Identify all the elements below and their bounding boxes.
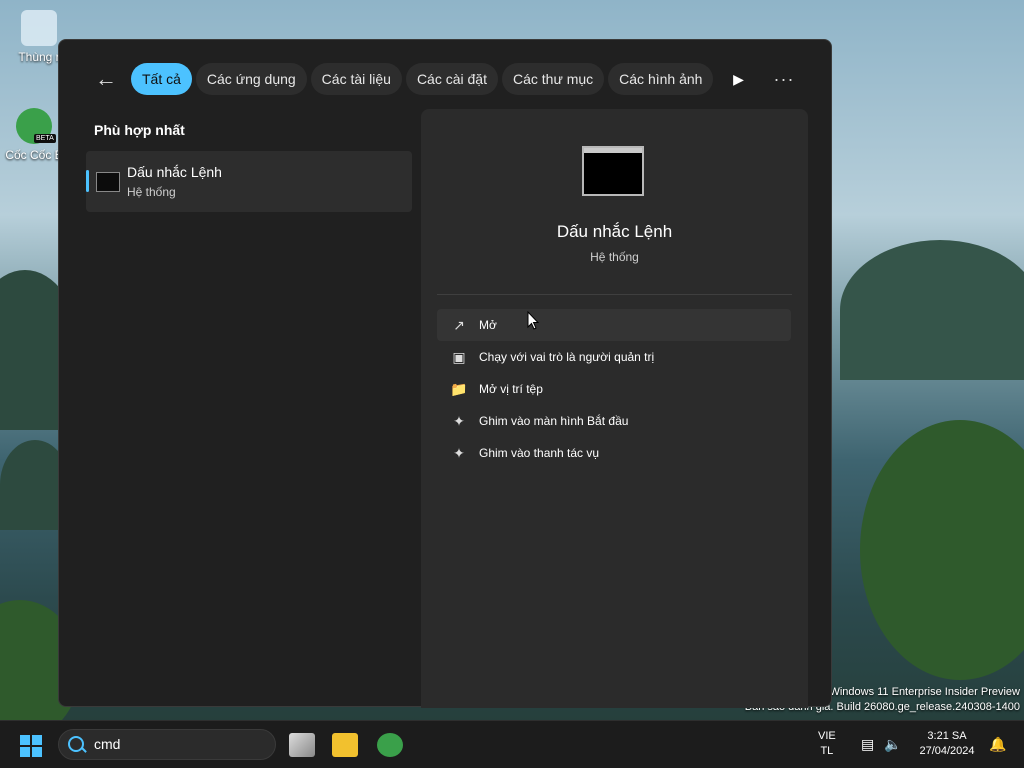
action-pin-to-taskbar[interactable]: ✦ Ghim vào thanh tác vụ <box>437 437 791 469</box>
detail-app-type: Hệ thống <box>590 250 639 264</box>
desktop-icon-label: Cốc Cốc B <box>5 148 63 162</box>
clock[interactable]: 3:21 SA 27/04/2024 <box>916 729 978 759</box>
volume-icon[interactable]: 🔈 <box>884 736 901 753</box>
action-label: Mở vị trí tệp <box>479 382 543 396</box>
action-pin-to-start[interactable]: ✦ Ghim vào màn hình Bắt đầu <box>437 405 791 437</box>
folder-icon: 📁 <box>450 380 468 397</box>
scenery-island <box>840 240 1024 380</box>
search-panel: ← Tất cả Các ứng dụng Các tài liệu Các c… <box>58 39 832 708</box>
more-options-icon[interactable]: ··· <box>767 62 801 96</box>
detail-divider <box>437 294 792 295</box>
language-indicator[interactable]: VIE TL <box>818 729 836 759</box>
desktop-icon-label: Thùng r <box>18 50 60 64</box>
more-filters-arrow-icon[interactable]: ▶ <box>723 63 753 95</box>
best-match-name: Dấu nhắc Lệnh <box>127 164 222 180</box>
command-prompt-large-icon <box>582 146 644 196</box>
search-input[interactable]: cmd <box>94 736 120 752</box>
best-match-result[interactable]: Dấu nhắc Lệnh Hệ thống <box>86 151 412 212</box>
action-label: Ghim vào màn hình Bắt đầu <box>479 414 629 428</box>
back-arrow-icon[interactable]: ← <box>89 62 123 96</box>
clock-date: 27/04/2024 <box>919 745 975 757</box>
windows-start-icon[interactable] <box>20 735 42 757</box>
action-run-as-admin[interactable]: ▣ Chạy với vai trò là người quản trị <box>437 341 791 373</box>
action-label: Chạy với vai trò là người quản trị <box>479 350 655 364</box>
notification-bell-icon[interactable]: 🔔 <box>989 736 1006 753</box>
network-icon[interactable]: ▤ <box>861 736 874 753</box>
best-match-type: Hệ thống <box>127 185 176 199</box>
best-match-heading: Phù hợp nhất <box>94 122 185 138</box>
detail-app-name: Dấu nhắc Lệnh <box>556 222 673 241</box>
action-label: Ghim vào thanh tác vụ <box>479 446 600 460</box>
keyboard-layout: TL <box>820 745 834 757</box>
recycle-bin-icon <box>21 10 57 46</box>
taskbar-search-box[interactable]: cmd <box>58 729 276 760</box>
coccoc-taskbar-icon[interactable] <box>377 733 403 757</box>
filter-chip-folders[interactable]: Các thư mục <box>501 63 605 95</box>
clock-time: 3:21 SA <box>927 730 967 742</box>
action-open[interactable]: ↗ Mở <box>437 309 791 341</box>
pin-icon: ✦ <box>453 444 465 461</box>
language-code: VIE <box>818 730 836 742</box>
command-prompt-icon <box>96 172 120 192</box>
filter-chip-documents[interactable]: Các tài liệu <box>310 63 402 95</box>
scenery-tree <box>860 420 1024 680</box>
pin-icon: ✦ <box>453 412 465 429</box>
action-list: ↗ Mở ▣ Chạy với vai trò là người quản tr… <box>437 309 791 469</box>
selection-indicator <box>86 170 89 192</box>
filter-chip-settings[interactable]: Các cài đặt <box>405 63 498 95</box>
search-icon <box>68 736 84 752</box>
action-open-file-location[interactable]: 📁 Mở vị trí tệp <box>437 373 791 405</box>
filter-chip-images[interactable]: Các hình ảnh <box>608 63 714 95</box>
desktop-icon-coccoc-beta[interactable]: BETA Cốc Cốc B <box>4 108 64 162</box>
icon-titlebar <box>584 148 642 153</box>
open-external-icon: ↗ <box>453 316 465 333</box>
mouse-cursor-icon <box>527 311 539 330</box>
task-view-icon[interactable] <box>289 733 315 757</box>
taskbar: cmd VIE TL ▤ 🔈 3:21 SA 27/04/2024 🔔 <box>0 720 1024 768</box>
filter-chip-apps[interactable]: Các ứng dụng <box>195 63 307 95</box>
file-explorer-icon[interactable] <box>332 733 358 757</box>
admin-shield-icon: ▣ <box>452 348 466 365</box>
filter-bar: ← Tất cả Các ứng dụng Các tài liệu Các c… <box>89 62 753 96</box>
filter-chip-all[interactable]: Tất cả <box>131 63 192 95</box>
beta-badge: BETA <box>34 134 56 143</box>
app-detail-pane: Dấu nhắc Lệnh Hệ thống ↗ Mở ▣ Chạy với v… <box>421 109 808 708</box>
coccoc-browser-icon: BETA <box>16 108 56 144</box>
action-label: Mở <box>479 318 497 332</box>
watermark-edition: Windows 11 Enterprise Insider Preview <box>829 686 1020 698</box>
